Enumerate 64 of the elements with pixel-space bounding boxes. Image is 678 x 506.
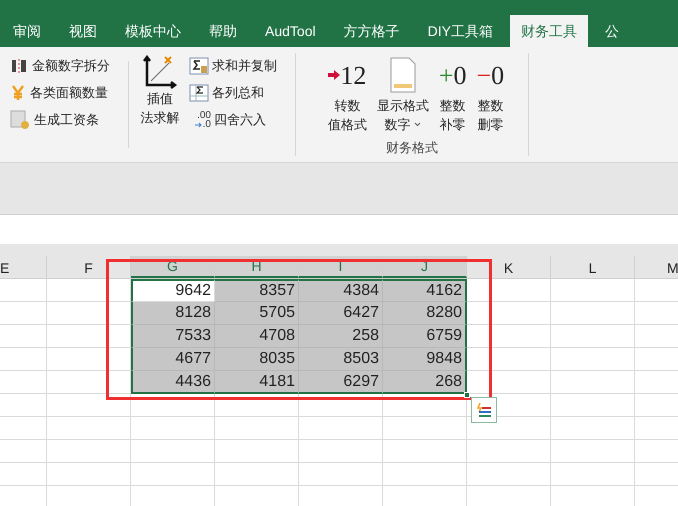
column-header[interactable]: K	[467, 256, 551, 278]
table-cell: 4162	[383, 279, 467, 302]
table-cell: 268	[383, 371, 467, 394]
ribbon-tab[interactable]: 帮助	[198, 15, 248, 47]
table-cell: 6427	[299, 302, 383, 325]
table-cell: 4677	[131, 348, 215, 371]
ribbon-large-button[interactable]: 12 转数 值格式	[326, 57, 368, 134]
empty-cell	[0, 417, 47, 440]
empty-cell	[0, 302, 47, 325]
empty-cell	[0, 371, 47, 394]
quick-analysis-icon	[476, 402, 492, 418]
dropdown-caret-icon	[414, 122, 422, 127]
ribbon-command[interactable]: 求和并复制	[189, 55, 293, 77]
ribbon-tab[interactable]: 审阅	[2, 15, 52, 47]
sum-table-icon	[189, 84, 209, 102]
document-icon	[390, 57, 416, 93]
column-header[interactable]: L	[551, 256, 635, 278]
table-cell: 6759	[383, 325, 467, 348]
remove-zero-icon: −0	[476, 57, 504, 93]
table-cell: 9848	[383, 348, 467, 371]
ribbon-tab[interactable]: DIY工具箱	[416, 15, 504, 47]
sum-table-icon	[189, 57, 209, 75]
table-cell: 7533	[131, 325, 215, 348]
table-cell: 258	[299, 325, 383, 348]
ribbon-command[interactable]: 金额数字拆分	[10, 55, 128, 77]
group-label: 财务格式	[386, 139, 438, 157]
axes-icon	[143, 55, 177, 89]
ribbon-large-button[interactable]: 显示格式 数字	[376, 57, 430, 134]
column-header[interactable]: E	[0, 256, 47, 278]
ribbon-tab[interactable]: AudTool	[254, 15, 327, 47]
table-cell: 8503	[299, 348, 383, 371]
ribbon-tab[interactable]: 公	[594, 15, 630, 47]
table-cell: 4181	[215, 371, 299, 394]
split-digits-icon	[10, 58, 28, 74]
quick-analysis-button[interactable]	[471, 397, 497, 423]
empty-cell	[0, 440, 47, 463]
interpolate-button[interactable]: 插值 法求解	[135, 47, 185, 162]
ribbon-command[interactable]: 各类面额数量	[10, 82, 128, 104]
payslip-icon	[10, 110, 30, 130]
ribbon-command[interactable]: 生成工资条	[10, 109, 128, 131]
ribbon-command[interactable]: 各列总和	[189, 82, 293, 104]
add-zero-icon: +0	[438, 57, 466, 93]
empty-cell	[0, 348, 47, 371]
column-header[interactable]: M	[635, 256, 678, 278]
table-cell: 8035	[215, 348, 299, 371]
ribbon-tab[interactable]: 方方格子	[332, 15, 411, 47]
ribbon-large-button[interactable]: −0 整数 删零	[476, 57, 506, 134]
table-cell: 6297	[299, 371, 383, 394]
ribbon-tab[interactable]: 视图	[58, 15, 108, 47]
table-cell: 5705	[215, 302, 299, 325]
table-cell: 8128	[131, 302, 215, 325]
ribbon-tab[interactable]: 模板中心	[114, 15, 192, 47]
table-cell: 4708	[215, 325, 299, 348]
table-cell: 9642	[131, 279, 215, 302]
empty-cell	[0, 394, 47, 417]
ribbon-large-button[interactable]: +0 整数 补零	[438, 57, 468, 134]
table-cell: 8280	[383, 302, 467, 325]
yen-icon	[10, 85, 26, 101]
empty-cell	[0, 325, 47, 348]
ribbon-tab[interactable]: 财务工具	[510, 15, 588, 47]
fill-handle[interactable]	[464, 392, 470, 398]
table-cell: 4436	[131, 371, 215, 394]
table-cell: 8357	[215, 279, 299, 302]
table-cell: 4384	[299, 279, 383, 302]
